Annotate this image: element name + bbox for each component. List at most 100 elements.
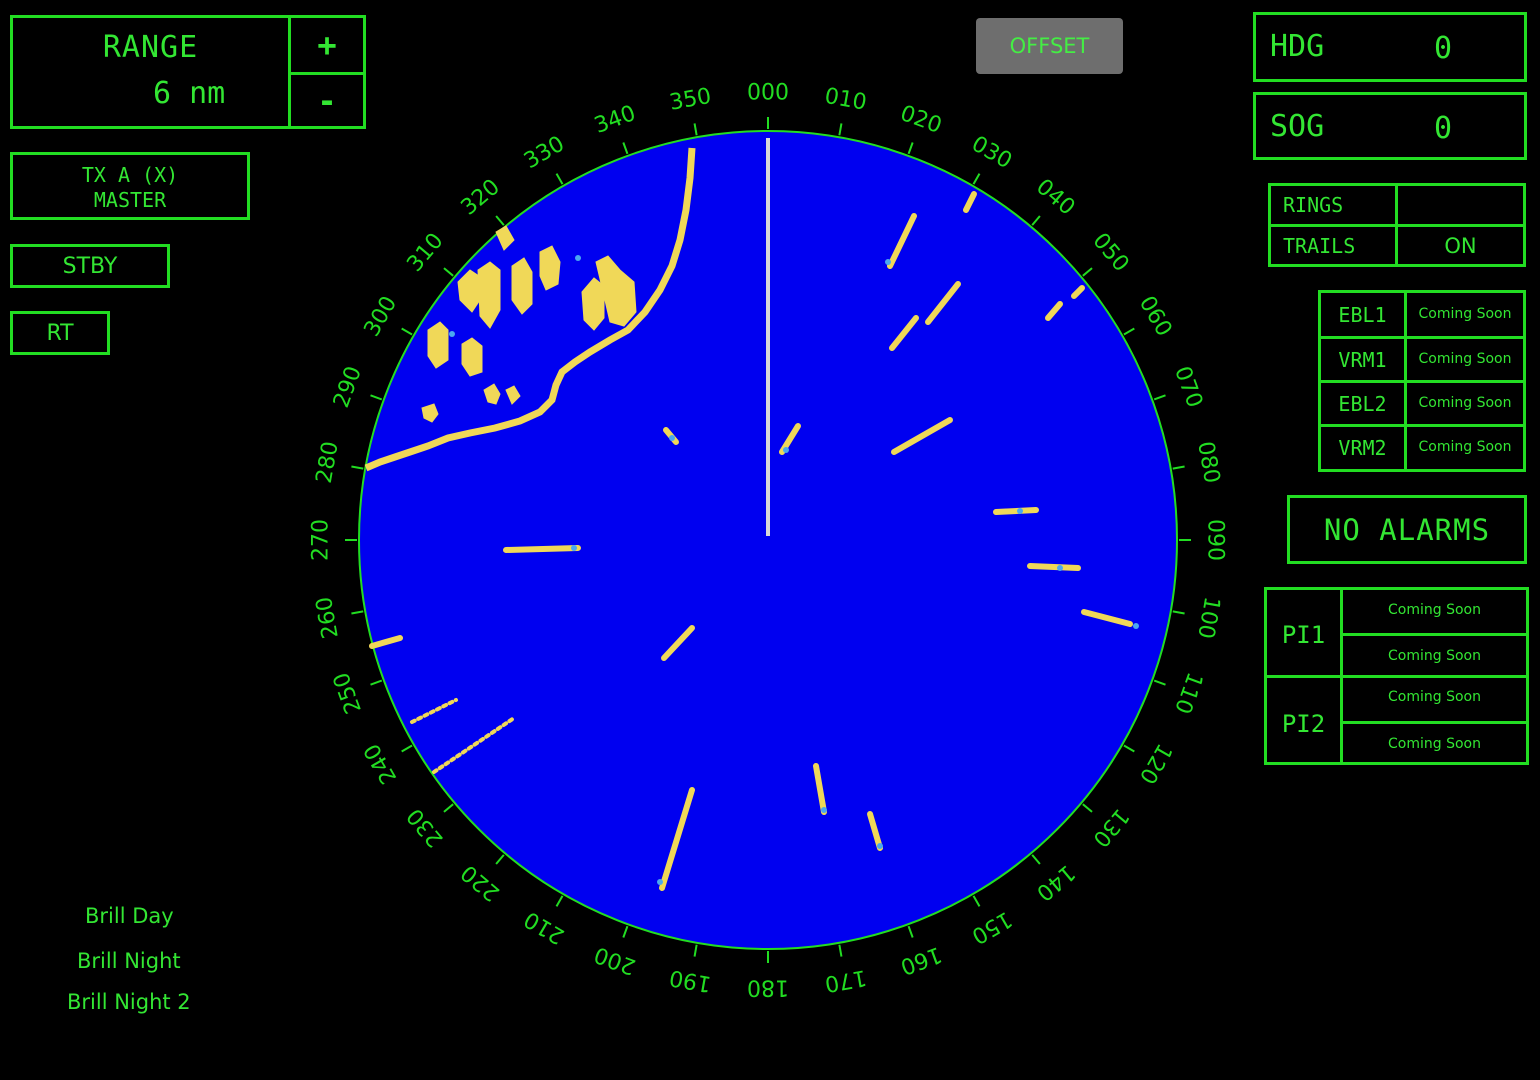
rt-button[interactable]: RT (10, 311, 110, 355)
bearing-label: 200 (591, 941, 639, 979)
bearing-label: 260 (312, 595, 344, 641)
bearing-label: 100 (1192, 595, 1224, 641)
bearing-label: 140 (1031, 859, 1079, 905)
sog-label: SOG (1270, 109, 1325, 144)
rings-toggle[interactable] (1398, 186, 1523, 224)
bearing-tick (622, 142, 629, 155)
bearing-label: 020 (897, 101, 945, 139)
bearing-tick (1031, 215, 1041, 226)
pi1-value-2[interactable]: Coming Soon (1343, 648, 1526, 664)
parallel-index-panel: PI1 Coming Soon Coming Soon PI2 Coming S… (1264, 587, 1529, 765)
bearing-label: 050 (1087, 229, 1133, 277)
vrm1-value[interactable]: Coming Soon (1407, 351, 1523, 367)
divider (1321, 424, 1523, 427)
trails-toggle[interactable]: ON (1398, 227, 1523, 264)
bearing-label: 000 (747, 81, 789, 106)
bearing-tick (401, 327, 413, 336)
bearing-tick (401, 744, 413, 753)
ebl2-label: EBL2 (1338, 392, 1387, 416)
transmitter-select-button[interactable]: TX A (X) MASTER (10, 152, 250, 220)
bearing-label: 340 (591, 101, 639, 139)
range-label: RANGE (102, 30, 199, 65)
bearing-tick (555, 895, 564, 907)
bearing-tick (838, 944, 843, 957)
bearing-label: 160 (897, 941, 945, 979)
bearing-label: 090 (1203, 519, 1228, 561)
ebl2-value[interactable]: Coming Soon (1407, 395, 1523, 411)
bearing-label: 060 (1134, 292, 1177, 341)
transmitter-label: TX A (X) (81, 163, 179, 187)
bearing-tick (693, 123, 698, 136)
bearing-tick (1031, 854, 1041, 865)
bearing-label: 170 (823, 964, 869, 996)
bearing-label: 080 (1192, 440, 1224, 486)
transmitter-mode: MASTER (93, 188, 167, 212)
rings-label: RINGS (1283, 193, 1344, 217)
bearing-label: 030 (967, 132, 1016, 175)
bearing-tick (495, 215, 505, 226)
pi1-label: PI1 (1281, 621, 1326, 649)
speed-over-ground-panel: SOG 0 (1253, 92, 1527, 160)
bearing-tick (370, 394, 383, 401)
alarm-status: NO ALARMS (1287, 495, 1527, 564)
bearing-label: 230 (403, 803, 449, 851)
bearing-label: 120 (1134, 739, 1177, 788)
divider (1321, 380, 1523, 383)
bearing-label: 300 (360, 292, 403, 341)
bearing-tick (1172, 465, 1185, 470)
bearing-tick (693, 944, 698, 957)
bearing-label: 150 (967, 906, 1016, 949)
bearing-label: 070 (1169, 363, 1207, 411)
brill-night-button[interactable]: Brill Night (77, 949, 181, 973)
divider (1340, 633, 1526, 636)
bearing-label: 010 (823, 84, 869, 116)
bearing-tick (443, 267, 454, 277)
bearing-tick (555, 173, 564, 185)
bearing-tick (1153, 394, 1166, 401)
range-increase-button[interactable]: + (291, 18, 363, 72)
bearing-tick (907, 142, 914, 155)
bearing-tick (907, 925, 914, 938)
heading-value: 0 (1434, 31, 1453, 66)
heading-label: HDG (1270, 29, 1325, 64)
vrm1-label: VRM1 (1338, 348, 1387, 372)
ebl1-value[interactable]: Coming Soon (1407, 306, 1523, 322)
divider (1267, 675, 1526, 678)
bearing-label: 190 (668, 964, 714, 996)
pi2-value-1[interactable]: Coming Soon (1343, 689, 1526, 705)
brill-night-2-button[interactable]: Brill Night 2 (67, 990, 191, 1014)
vrm2-label: VRM2 (1338, 436, 1387, 460)
bearing-tick (1082, 267, 1093, 277)
bearing-tick (1153, 679, 1166, 686)
bearing-label: 250 (329, 669, 367, 717)
sog-value: 0 (1434, 111, 1453, 146)
bearing-label: 110 (1169, 669, 1207, 717)
bearing-tick (622, 925, 629, 938)
range-decrease-button[interactable]: - (291, 75, 363, 126)
bearing-tick (351, 610, 364, 615)
brill-day-button[interactable]: Brill Day (85, 904, 174, 928)
ebl1-label: EBL1 (1338, 303, 1387, 327)
bearing-tick (972, 895, 981, 907)
bearing-label: 290 (329, 363, 367, 411)
bearing-tick (1172, 610, 1185, 615)
vrm2-value[interactable]: Coming Soon (1407, 439, 1523, 455)
bearing-label: 310 (403, 229, 449, 277)
bearing-tick (972, 173, 981, 185)
bearing-label: 220 (457, 859, 505, 905)
pi2-label: PI2 (1281, 710, 1326, 738)
rings-trails-panel: RINGS TRAILS ON (1268, 183, 1526, 267)
pi2-value-2[interactable]: Coming Soon (1343, 736, 1526, 752)
bearing-label: 320 (457, 175, 505, 221)
heading-panel: HDG 0 (1253, 12, 1527, 82)
bearing-tick (1082, 803, 1093, 813)
bearing-label: 240 (360, 739, 403, 788)
range-value: 6 nm (153, 76, 226, 111)
bearing-label: 130 (1087, 803, 1133, 851)
divider (1321, 336, 1523, 339)
offset-button[interactable]: OFFSET (976, 18, 1123, 74)
pi1-value-1[interactable]: Coming Soon (1343, 602, 1526, 618)
standby-button[interactable]: STBY (10, 244, 170, 288)
bearing-tick (351, 465, 364, 470)
bearing-tick (443, 803, 454, 813)
